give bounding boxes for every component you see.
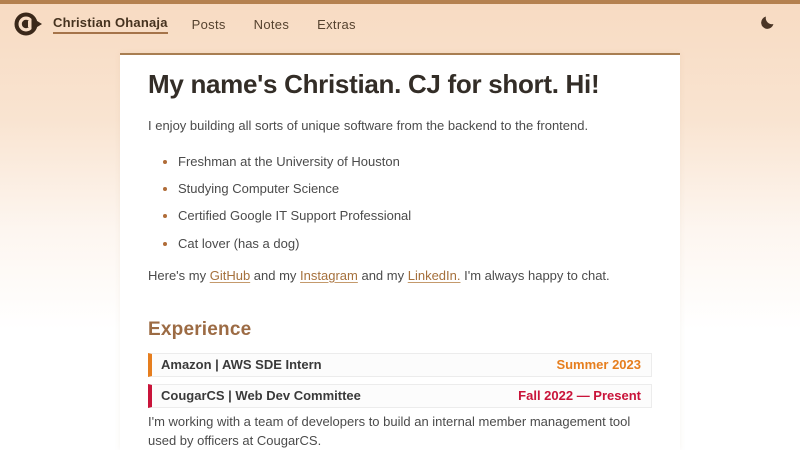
brand-name: Christian Ohanaja xyxy=(53,15,168,34)
github-link[interactable]: GitHub xyxy=(210,268,250,283)
moon-icon xyxy=(759,14,776,31)
experience-row-amazon: Amazon | AWS SDE Intern Summer 2023 xyxy=(148,353,652,377)
experience-title: CougarCS | Web Dev Committee xyxy=(161,388,361,403)
experience-title: Amazon | AWS SDE Intern xyxy=(161,357,322,372)
list-item: Studying Computer Science xyxy=(178,180,652,198)
theme-toggle-button[interactable] xyxy=(755,10,780,38)
brand-home-link[interactable]: Christian Ohanaja xyxy=(14,11,168,37)
experience-period: Summer 2023 xyxy=(556,357,641,372)
nav-item-notes[interactable]: Notes xyxy=(254,17,289,32)
c-arrow-logo-icon xyxy=(14,11,44,37)
list-item: Freshman at the University of Houston xyxy=(178,153,652,171)
main-nav: Posts Notes Extras xyxy=(192,17,356,32)
nav-item-extras[interactable]: Extras xyxy=(317,17,356,32)
list-item: Cat lover (has a dog) xyxy=(178,235,652,253)
links-text: I'm always happy to chat. xyxy=(460,268,609,283)
instagram-link[interactable]: Instagram xyxy=(300,268,358,283)
social-links-line: Here's my GitHub and my Instagram and my… xyxy=(148,268,652,283)
page-title: My name's Christian. CJ for short. Hi! xyxy=(148,70,652,100)
links-text: and my xyxy=(250,268,300,283)
experience-description: I'm working with a team of developers to… xyxy=(148,412,652,450)
content-card: My name's Christian. CJ for short. Hi! I… xyxy=(120,53,680,450)
links-text: and my xyxy=(358,268,408,283)
site-header: Christian Ohanaja Posts Notes Extras xyxy=(0,4,800,44)
list-item: Certified Google IT Support Professional xyxy=(178,207,652,225)
intro-text: I enjoy building all sorts of unique sof… xyxy=(148,117,652,135)
links-text: Here's my xyxy=(148,268,210,283)
nav-item-posts[interactable]: Posts xyxy=(192,17,226,32)
experience-row-cougarcs: CougarCS | Web Dev Committee Fall 2022 —… xyxy=(148,384,652,408)
facts-list: Freshman at the University of Houston St… xyxy=(148,153,652,253)
experience-heading: Experience xyxy=(148,319,652,341)
experience-period: Fall 2022 — Present xyxy=(518,388,641,403)
linkedin-link[interactable]: LinkedIn. xyxy=(408,268,461,283)
